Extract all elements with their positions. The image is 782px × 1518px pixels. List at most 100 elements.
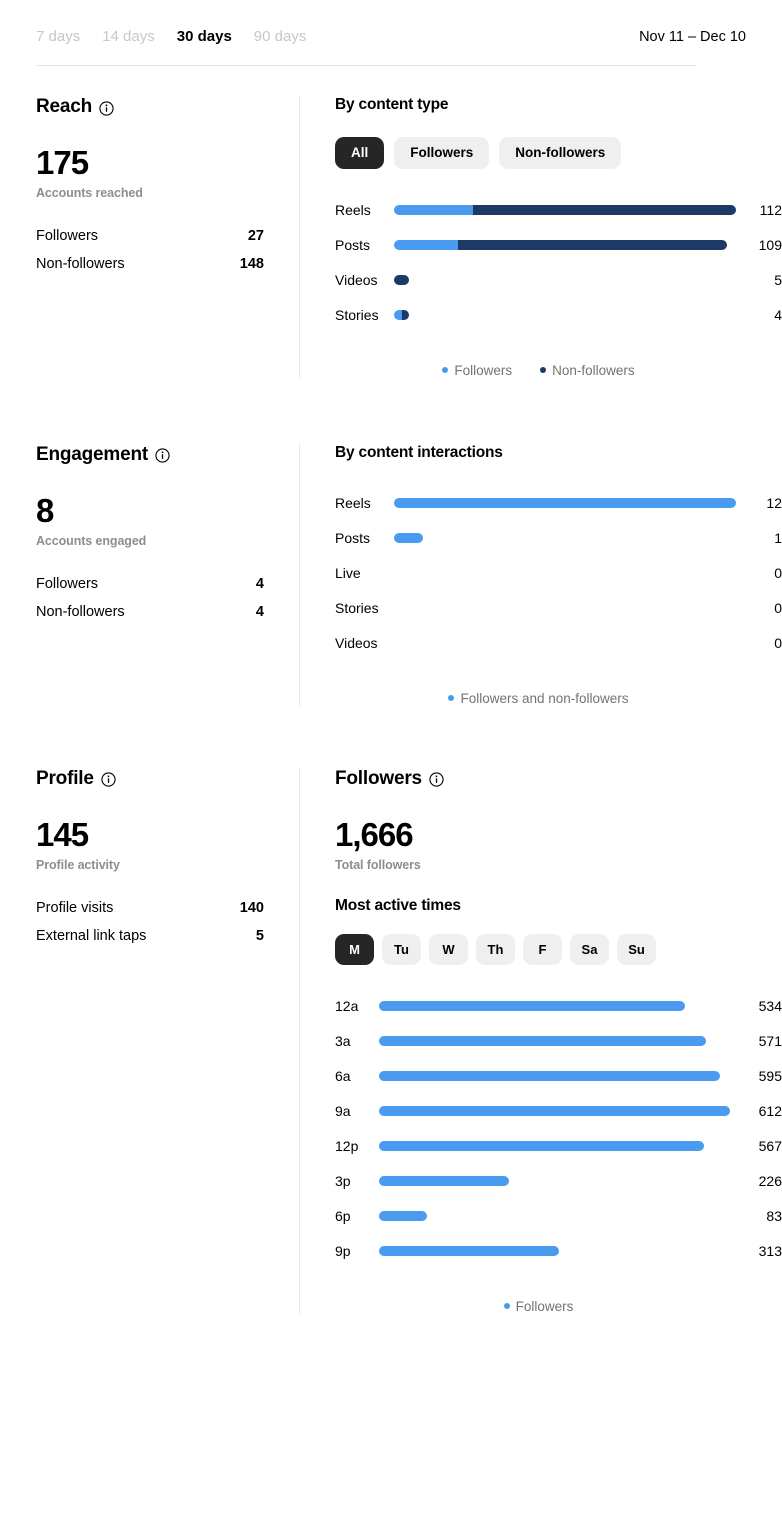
bar-segment-non-followers	[401, 310, 410, 320]
reach-panel: By content type All Followers Non-follower…	[299, 96, 782, 378]
bar-row: 9a 612	[335, 1094, 782, 1129]
bar-row: Live 0	[335, 556, 782, 591]
engagement-section: Engagement 8 Accounts engaged Followers 4…	[0, 378, 782, 706]
bar-fill	[379, 1001, 686, 1011]
followers-panel: Followers 1,666 Total followers Most act…	[299, 767, 782, 1314]
profile-summary: Profile 145 Profile activity Profile vis…	[0, 768, 299, 1314]
reach-legend: Followers Non-followers	[335, 363, 782, 378]
followers-total: 1,666	[335, 815, 414, 853]
info-icon[interactable]	[101, 772, 116, 787]
metric-value: 27	[247, 228, 264, 244]
metric-row: Non-followers 4	[36, 598, 264, 626]
legend-item: Followers and non-followers	[448, 690, 629, 706]
metric-label: External link taps	[36, 927, 147, 944]
metric-row: Followers 4	[36, 570, 264, 598]
date-range-tabs: 7 days 14 days 30 days 90 days	[36, 28, 306, 45]
bar-category-label: 9p	[335, 1243, 351, 1259]
reach-filter-all[interactable]: All	[335, 137, 385, 169]
bar-value-label: 112	[759, 202, 782, 218]
bar-track	[394, 310, 736, 320]
bar-row: 6a 595	[335, 1059, 782, 1094]
day-pill-f[interactable]: F	[523, 933, 562, 965]
insights-page: 7 days 14 days 30 days 90 days Nov 11 – Dec…	[0, 0, 782, 1518]
legend-item: Followers	[442, 363, 512, 378]
bar-value-label: 612	[758, 1103, 782, 1119]
bar-fill	[394, 310, 410, 320]
day-pill-su[interactable]: Su	[617, 933, 656, 965]
most-active-times-title: Most active times	[335, 896, 461, 914]
bar-fill	[379, 1036, 707, 1046]
day-pill-sa[interactable]: Sa	[570, 933, 609, 965]
bar-row: Reels 112	[335, 193, 782, 228]
bar-track	[379, 1071, 730, 1081]
date-range-tab-7-days[interactable]: 7 days	[36, 28, 80, 45]
metric-label: Followers	[36, 575, 99, 592]
engagement-title-row: Engagement	[36, 444, 299, 466]
bar-value-label: 567	[758, 1138, 782, 1154]
profile-total-label: Profile activity	[36, 857, 120, 872]
bar-category-label: 12a	[335, 998, 359, 1014]
bar-category-label: Live	[335, 565, 361, 581]
bar-category-label: Posts	[335, 530, 371, 546]
bar-category-label: Videos	[335, 272, 378, 288]
bar-segment-non-followers	[394, 275, 410, 285]
bar-row: 12p 567	[335, 1129, 782, 1164]
day-pill-tu[interactable]: Tu	[382, 933, 421, 965]
bar-track	[394, 568, 736, 578]
bar-category-label: Reels	[335, 202, 371, 218]
legend-label: Followers	[515, 1298, 574, 1314]
bar-value-label: 12	[766, 495, 782, 511]
legend-color-dot	[540, 367, 547, 373]
legend-label: Followers and non-followers	[460, 690, 629, 706]
bar-value-label: 83	[766, 1208, 782, 1224]
engagement-panel: By content interactions Reels 12 Posts 1 Liv…	[299, 443, 782, 706]
info-icon[interactable]	[429, 772, 444, 787]
bar-segment-followers	[394, 205, 474, 215]
bar-track	[394, 240, 736, 250]
bar-segment	[379, 1211, 427, 1221]
reach-title-row: Reach	[36, 96, 299, 118]
bar-track	[394, 603, 736, 613]
bar-track	[394, 498, 736, 508]
bar-category-label: Stories	[335, 600, 379, 616]
bar-segment	[394, 498, 736, 508]
bar-track	[394, 638, 736, 648]
bar-row: 3a 571	[335, 1024, 782, 1059]
bar-track	[379, 1176, 730, 1186]
metric-row: Profile visits 140	[36, 894, 264, 922]
info-icon[interactable]	[155, 448, 170, 463]
most-active-times-chart: 12a 534 3a 571 6a 595 9a 612 12p 567 3p 226 6p 83 9p 31…	[335, 989, 782, 1269]
day-pill-w[interactable]: W	[429, 933, 468, 965]
engagement-total-label: Accounts engaged	[36, 533, 147, 548]
metric-label: Profile visits	[36, 899, 114, 916]
date-range-tab-30-days[interactable]: 30 days	[177, 28, 232, 45]
bar-track	[394, 533, 736, 543]
reach-total-label: Accounts reached	[36, 186, 143, 200]
legend-label: Followers	[454, 362, 513, 378]
date-range-label: Nov 11 – Dec 10	[639, 29, 746, 45]
bar-category-label: Stories	[335, 307, 379, 323]
followers-total-label: Total followers	[335, 857, 421, 872]
profile-breakdown: Profile visits 140 External link taps 5	[36, 894, 299, 950]
legend-color-dot	[448, 695, 455, 701]
reach-filter-non-followers[interactable]: Non-followers	[499, 137, 622, 169]
metric-value: 4	[255, 603, 264, 620]
day-pill-th[interactable]: Th	[476, 933, 515, 965]
legend-item: Followers	[503, 1298, 574, 1314]
day-pill-m[interactable]: M	[335, 933, 374, 965]
reach-audience-filters: All Followers Non-followers	[335, 137, 782, 169]
reach-panel-title: By content type	[335, 96, 449, 113]
bar-fill	[379, 1176, 509, 1186]
info-icon[interactable]	[99, 100, 114, 116]
bar-row: 6p 83	[335, 1199, 782, 1234]
bar-value-label: 0	[774, 565, 782, 581]
followers-legend: Followers	[335, 1299, 782, 1314]
bar-track	[379, 1141, 730, 1151]
profile-followers-section: Profile 145 Profile activity Profile vis…	[0, 706, 782, 1314]
bar-segment	[379, 1036, 707, 1046]
reach-filter-followers[interactable]: Followers	[394, 137, 490, 169]
date-range-tab-90-days[interactable]: 90 days	[254, 28, 307, 45]
date-range-tab-14-days[interactable]: 14 days	[102, 28, 155, 45]
reach-bar-chart: Reels 112 Posts 109 Videos 5 Stories 4	[335, 193, 782, 333]
engagement-summary: Engagement 8 Accounts engaged Followers 4…	[0, 444, 299, 706]
